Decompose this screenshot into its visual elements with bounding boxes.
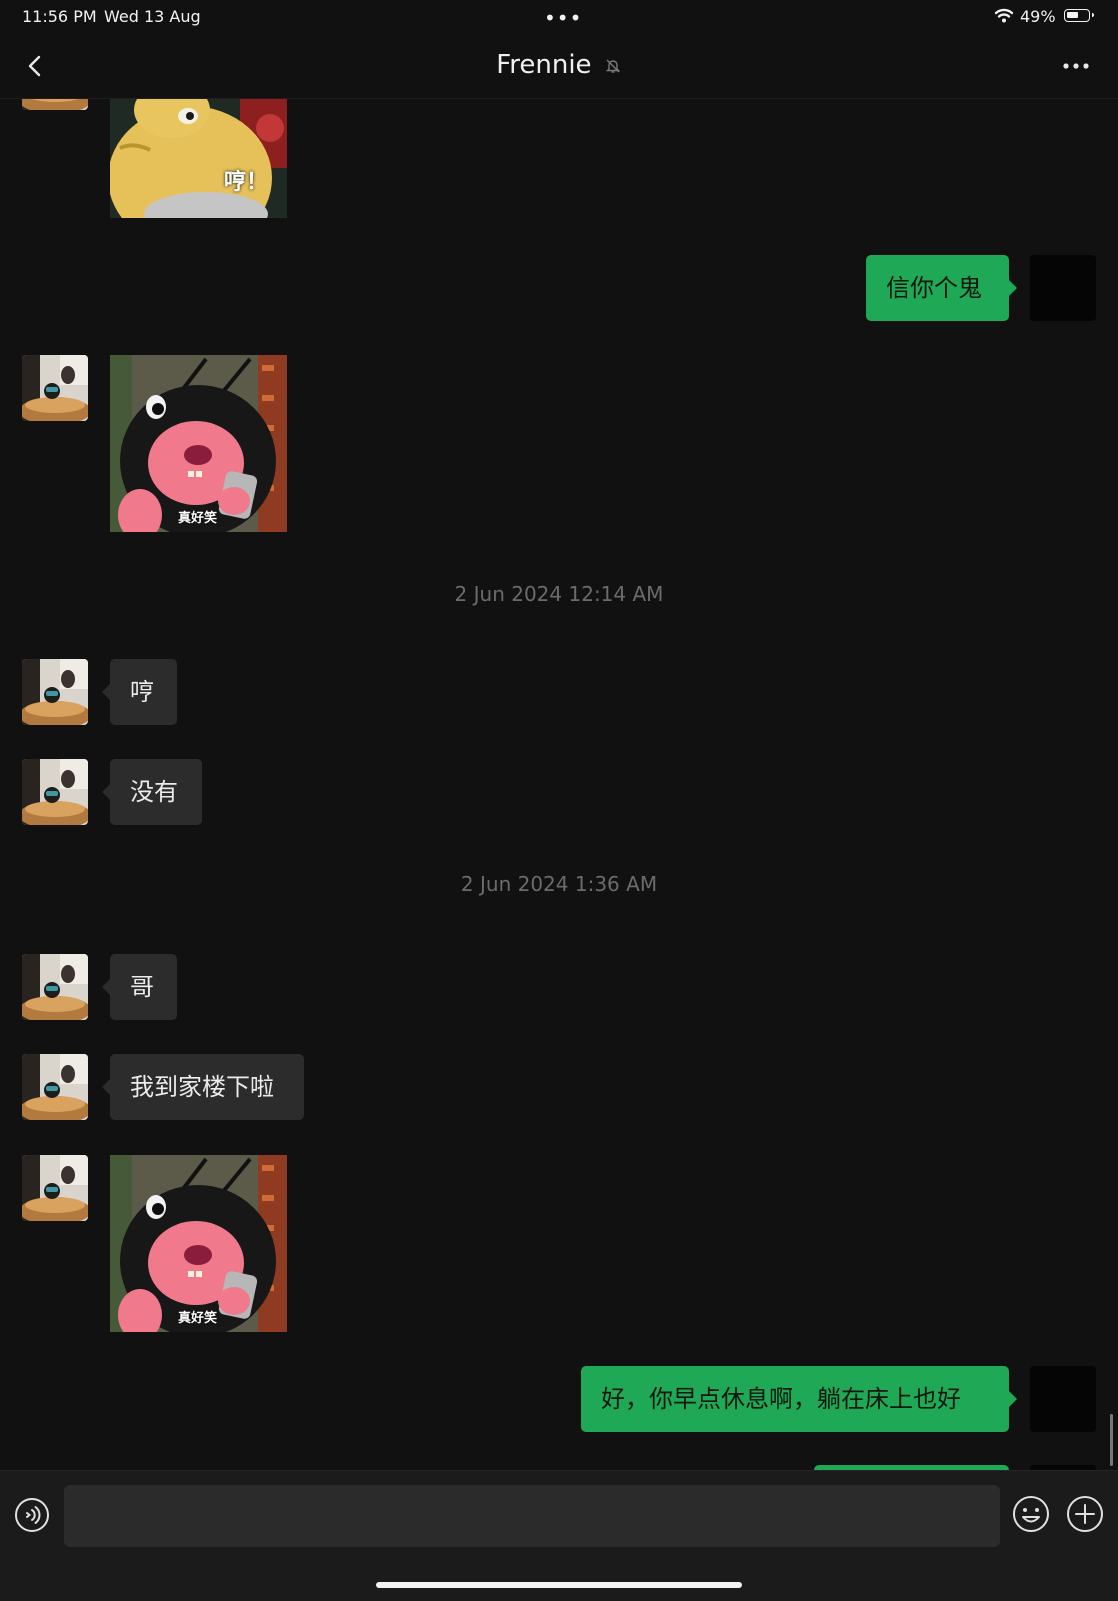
status-time: 11:56 PM — [22, 7, 97, 26]
emoji-icon[interactable] — [1012, 1495, 1050, 1533]
chat-header: Frennie — [0, 34, 1118, 99]
plus-icon[interactable] — [1066, 1495, 1104, 1533]
message-text: 没有 — [130, 778, 178, 806]
incoming-message-bubble[interactable]: 哥 — [102, 954, 177, 1020]
my-avatar[interactable] — [1030, 255, 1096, 321]
contact-avatar[interactable] — [22, 954, 88, 1020]
message-text: 哼 — [130, 678, 154, 706]
multitasking-dots-icon[interactable]: ••• — [544, 6, 582, 30]
sticker-message[interactable]: 哼！ — [110, 98, 287, 218]
more-options-icon[interactable] — [1060, 56, 1092, 76]
contact-name: Frennie — [496, 50, 592, 80]
message-text: 信你个鬼 — [886, 274, 982, 302]
message-text: 好，你早点休息啊，躺在床上也好 — [601, 1385, 961, 1413]
timestamp: 2 Jun 2024 12:14 AM — [454, 582, 664, 606]
contact-avatar[interactable] — [22, 1054, 88, 1120]
status-date: Wed 13 Aug — [104, 7, 201, 26]
chat-title[interactable]: Frennie — [0, 50, 1118, 80]
message-list[interactable]: 哼！ 信你个鬼 真好笑 2 Jun 2024 12:14 AM 哼 没有 2 J… — [0, 98, 1118, 1470]
contact-avatar[interactable] — [22, 759, 88, 825]
incoming-message-bubble[interactable]: 哼 — [102, 659, 177, 725]
sticker-caption: 哼！ — [224, 170, 269, 195]
my-avatar[interactable] — [1030, 1366, 1096, 1432]
contact-avatar[interactable] — [22, 1155, 88, 1221]
contact-avatar[interactable] — [22, 98, 88, 110]
sticker-caption: 真好笑 — [178, 1311, 218, 1326]
outgoing-message-bubble[interactable]: 信你个鬼 — [866, 255, 1017, 321]
message-text: 我到家楼下啦 — [130, 1073, 274, 1101]
home-indicator[interactable] — [376, 1582, 742, 1588]
timestamp: 2 Jun 2024 1:36 AM — [460, 872, 658, 896]
battery-icon — [1064, 9, 1094, 22]
contact-avatar[interactable] — [22, 659, 88, 725]
battery-percentage: 49% — [1020, 7, 1056, 26]
sticker-caption: 真好笑 — [178, 511, 218, 526]
status-bar: 11:56 PM Wed 13 Aug ••• 49% — [0, 0, 1118, 34]
wifi-icon — [994, 8, 1014, 23]
incoming-message-bubble[interactable]: 没有 — [102, 759, 202, 825]
sticker-message[interactable]: 真好笑 — [110, 355, 287, 532]
message-input[interactable] — [64, 1485, 1000, 1547]
contact-avatar[interactable] — [22, 355, 88, 421]
voice-icon[interactable] — [14, 1497, 50, 1533]
outgoing-message-bubble[interactable]: 好，你早点休息啊，躺在床上也好 — [581, 1366, 1017, 1432]
incoming-message-bubble[interactable]: 我到家楼下啦 — [102, 1054, 304, 1120]
sticker-message[interactable]: 真好笑 — [110, 1155, 287, 1332]
scrollbar[interactable] — [1110, 1414, 1113, 1466]
mute-bell-icon — [605, 59, 621, 73]
message-text: 哥 — [130, 973, 154, 1001]
